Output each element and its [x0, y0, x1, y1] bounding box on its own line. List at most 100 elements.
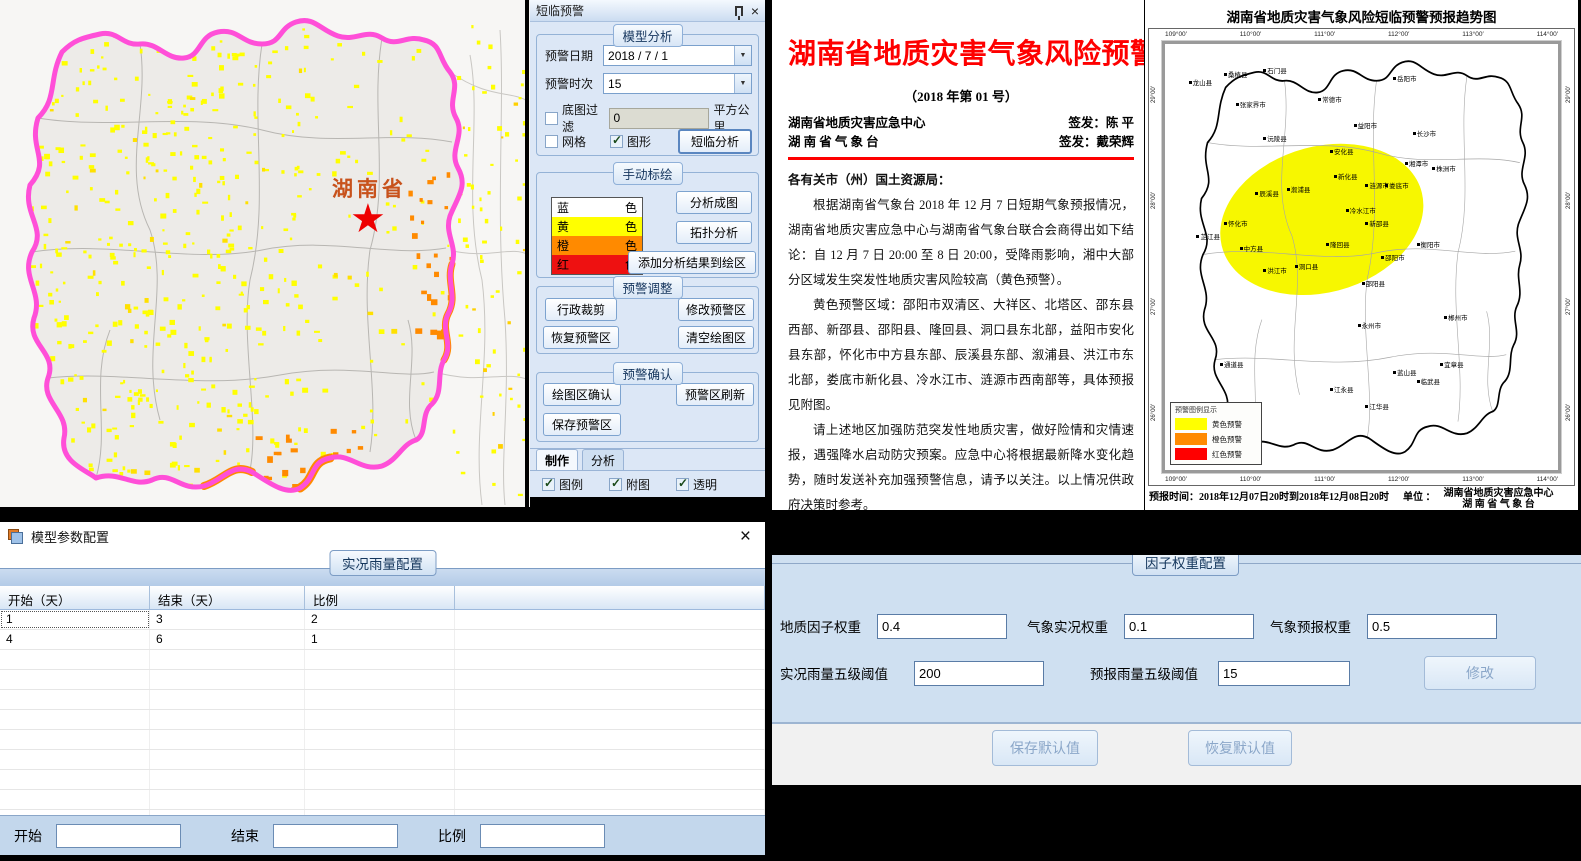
tab-make[interactable]: 制作 [536, 449, 578, 470]
chevron-down-icon[interactable]: ▼ [734, 74, 751, 93]
warning-time-combo[interactable]: 15 ▼ [603, 73, 752, 94]
table-row-empty[interactable] [0, 770, 765, 790]
obs-weight-label: 气象实况权重 [1027, 616, 1108, 636]
group-manual-draw: 手动标绘 蓝色 黄色 橙色 红色 分析成图 拓扑分析 添加分析结果到绘区 [536, 172, 759, 278]
latitude-ticks-left: 29°00′28°00′27°00′26°00′ [1149, 45, 1159, 469]
geo-weight-input[interactable] [877, 614, 1007, 639]
table-row-empty[interactable] [0, 730, 765, 750]
restore-default-button[interactable]: 恢复默认值 [1188, 730, 1292, 766]
restore-warning-area-button[interactable]: 恢复预警区 [543, 326, 619, 349]
shape-checkbox[interactable] [610, 135, 623, 148]
forecast-weight-label: 气象预报权重 [1270, 616, 1351, 636]
col-end-days[interactable]: 结束（天） [150, 586, 305, 609]
forecast-threshold-input[interactable] [1218, 661, 1350, 686]
table-row-empty[interactable] [0, 750, 765, 770]
add-result-button[interactable]: 添加分析结果到绘区 [628, 251, 756, 274]
save-default-button[interactable]: 保存默认值 [992, 730, 1098, 766]
group-model-analysis-label: 模型分析 [612, 24, 682, 47]
cell-end[interactable]: 6 [150, 630, 305, 649]
cell-ratio[interactable]: 1 [305, 630, 455, 649]
gis-map-canvas[interactable]: 湖南省 ★ [0, 0, 530, 507]
ratio-input-label: 比例 [438, 826, 466, 846]
col-start-days[interactable]: 开始（天） [0, 586, 150, 609]
dialog-titlebar[interactable]: 模型参数配置 × [0, 522, 765, 550]
county-label: 邵阳市 [1381, 252, 1405, 262]
county-label: 龙山县 [1189, 77, 1213, 87]
obs-weight-input[interactable] [1124, 614, 1254, 639]
group-model-analysis: 模型分析 预警日期 2018 / 7 / 1 ▼ 预警时次 15 ▼ 底图过滤 [536, 34, 759, 156]
grid-checkbox[interactable] [545, 135, 558, 148]
table-row-empty[interactable] [0, 690, 765, 710]
county-label: 芷江县 [1196, 231, 1220, 241]
county-label: 石门县 [1263, 65, 1287, 75]
toolbox-title: 短临预警 [536, 2, 735, 19]
county-label: 冷水江市 [1346, 205, 1376, 215]
obs-threshold-input[interactable] [914, 661, 1044, 686]
save-warning-area-button[interactable]: 保存预警区 [543, 413, 621, 436]
transparent-option-label: 透明 [693, 476, 717, 493]
document-sign-2: 签发：戴荣辉 [1059, 134, 1134, 151]
topology-analysis-button[interactable]: 拓扑分析 [676, 221, 752, 244]
legend-checkbox[interactable] [542, 478, 555, 491]
table-row-empty[interactable] [0, 670, 765, 690]
basemap-filter-input[interactable] [609, 108, 709, 129]
color-item-yellow[interactable]: 黄色 [552, 217, 642, 236]
attach-option-label: 附图 [626, 476, 650, 493]
analysis-to-map-button[interactable]: 分析成图 [676, 191, 752, 214]
warning-date-combo[interactable]: 2018 / 7 / 1 ▼ [603, 45, 752, 66]
trend-map-canvas: 预警图例显示 黄色预警 橙色预警 红色预警 龙山县桑植县石门县张家界市常德市岳阳… [1165, 44, 1558, 470]
color-item-blue[interactable]: 蓝色 [552, 198, 642, 217]
county-label: 桑植县 [1224, 69, 1248, 79]
forecast-weight-input[interactable] [1367, 614, 1497, 639]
cell-end[interactable]: 3 [150, 610, 305, 629]
panel-divider [525, 0, 529, 507]
draw-area-confirm-button[interactable]: 绘图区确认 [543, 383, 621, 406]
short-term-analyze-button[interactable]: 短临分析 [678, 129, 752, 154]
cell-start[interactable]: 4 [0, 630, 150, 649]
basemap-filter-checkbox[interactable] [545, 112, 558, 125]
cell-start[interactable]: 1 [0, 610, 150, 629]
end-input-label: 结束 [231, 826, 259, 846]
cell-ratio[interactable]: 2 [305, 610, 455, 629]
tab-make-body: 图例 附图 透明 [530, 470, 765, 497]
factor-weight-panel: 因子权重配置 地质因子权重 气象实况权重 气象预报权重 实况雨量五级阈值 预报雨… [772, 555, 1581, 785]
county-label: 洪江市 [1263, 265, 1287, 275]
table-row-empty[interactable] [0, 790, 765, 810]
bottom-tabstrip: 制作 分析 图例 附图 透明 [530, 448, 765, 497]
county-label: 怀化市 [1224, 218, 1248, 228]
county-label: 邵阳县 [1362, 278, 1386, 288]
table-row[interactable]: 1 3 2 [0, 610, 765, 630]
county-label: 衡阳市 [1417, 239, 1441, 249]
warning-area-refresh-button[interactable]: 预警区刷新 [676, 383, 754, 406]
close-icon[interactable]: × [734, 527, 757, 546]
gis-map-panel[interactable]: 湖南省 ★ [0, 0, 530, 507]
tab-analyze[interactable]: 分析 [582, 449, 624, 470]
group-warning-adjust: 预警调整 行政裁剪 修改预警区 恢复预警区 清空绘图区 [536, 286, 759, 354]
table-row[interactable]: 4 6 1 [0, 630, 765, 650]
county-label: 永州市 [1358, 320, 1382, 330]
forecast-threshold-label: 预报雨量五级阈值 [1090, 663, 1198, 683]
clear-draw-area-button[interactable]: 清空绘图区 [678, 326, 754, 349]
dialog-title: 模型参数配置 [31, 527, 734, 546]
close-icon[interactable]: × [751, 4, 759, 18]
ratio-input[interactable] [480, 824, 605, 848]
modify-warning-area-button[interactable]: 修改预警区 [678, 298, 754, 321]
end-input[interactable] [273, 824, 398, 848]
group-warning-confirm: 预警确认 绘图区确认 预警区刷新 保存预警区 [536, 372, 759, 442]
legend-swatch-yellow [1175, 418, 1207, 430]
admin-clip-button[interactable]: 行政裁剪 [545, 298, 617, 321]
pin-icon[interactable] [735, 6, 743, 16]
modify-button[interactable]: 修改 [1424, 656, 1536, 690]
document-salutation: 各有关市（州）国土资源局： [788, 168, 1134, 193]
attach-map-checkbox[interactable] [609, 478, 622, 491]
table-row-empty[interactable] [0, 650, 765, 670]
factor-weight-group-label: 因子权重配置 [1132, 555, 1239, 576]
chevron-down-icon[interactable]: ▼ [734, 46, 751, 65]
legend-swatch-red [1175, 448, 1207, 460]
start-input[interactable] [56, 824, 181, 848]
transparent-checkbox[interactable] [676, 478, 689, 491]
table-row-empty[interactable] [0, 710, 765, 730]
county-label: 江华县 [1365, 401, 1389, 411]
document-issue-no: （2018 年第 01 号） [788, 86, 1134, 105]
col-ratio[interactable]: 比例 [305, 586, 455, 609]
